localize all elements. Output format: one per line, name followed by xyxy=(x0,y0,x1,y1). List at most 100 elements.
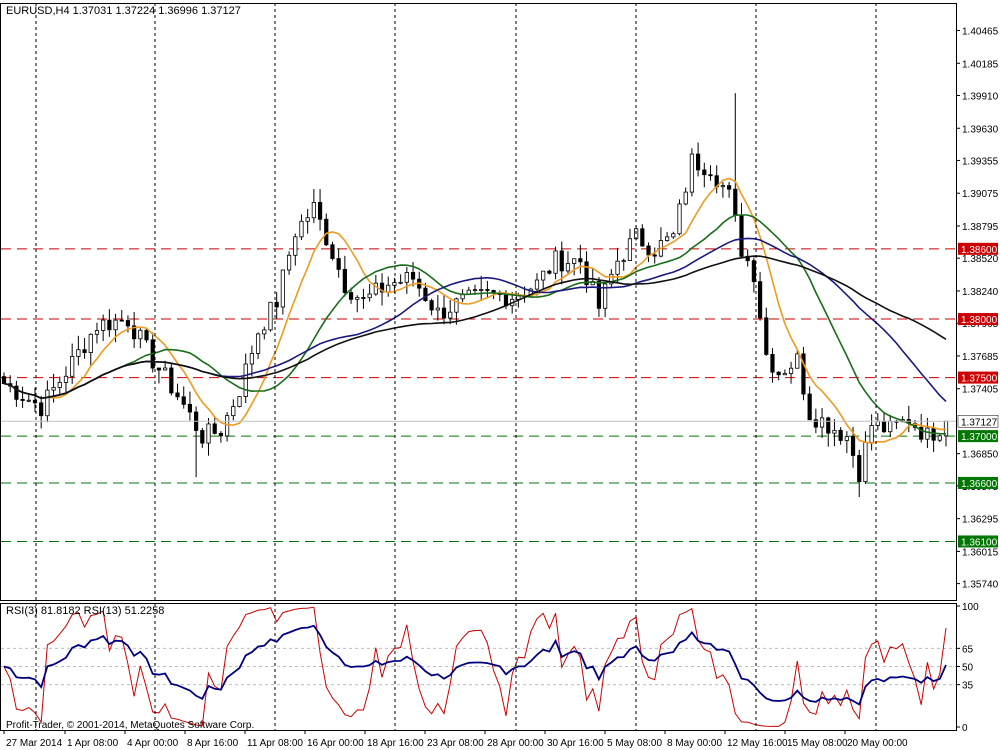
candle-body-7 xyxy=(45,389,50,417)
candle-body-137 xyxy=(850,436,856,456)
copyright-text: Profit-Trader, © 2001-2014, MetaQuotes S… xyxy=(6,720,254,731)
candle-body-4 xyxy=(26,399,31,402)
candle-body-101 xyxy=(627,238,633,262)
level-label-3: 1.37000 xyxy=(961,432,998,443)
candle-body-91 xyxy=(565,263,571,272)
candle-body-23 xyxy=(144,329,149,341)
candle-body-134 xyxy=(832,429,837,434)
candle-body-128 xyxy=(795,353,800,369)
rsi-title: RSI(3) 81.8182 RSI(13) 51.2258 xyxy=(6,605,164,617)
candle-body-50 xyxy=(311,201,316,219)
x-tick-label-13: 15 May 08:00 xyxy=(787,738,848,749)
candle-body-88 xyxy=(547,270,552,274)
y-tick-label-14: 1.36295 xyxy=(962,515,999,526)
candle-body-143 xyxy=(888,420,893,433)
candle-body-57 xyxy=(355,297,360,300)
x-tick-label-14: 20 May 00:00 xyxy=(847,738,908,749)
candle-body-77 xyxy=(479,289,484,291)
y-tick-label-11: 1.37405 xyxy=(962,385,999,396)
candle-body-43 xyxy=(268,301,273,331)
candle-body-12 xyxy=(76,349,81,357)
candle-body-18 xyxy=(113,319,118,331)
candle-body-62 xyxy=(386,284,391,293)
candle-body-25 xyxy=(156,367,162,371)
price-chart-title: EURUSD,H4 1.37031 1.37224 1.36996 1.3712… xyxy=(6,5,241,17)
y-tick-label-12: 1.36850 xyxy=(962,450,999,461)
rsi-tick-label-0: 100 xyxy=(962,602,979,613)
candle-body-26 xyxy=(163,367,168,371)
candle-body-54 xyxy=(336,258,341,270)
candle-body-104 xyxy=(646,245,651,256)
y-tick-label-10: 1.37685 xyxy=(962,352,999,363)
level-label-0: 1.38600 xyxy=(961,245,998,256)
candle-body-130 xyxy=(807,393,812,421)
candle-body-6 xyxy=(39,402,44,417)
candle-body-69 xyxy=(429,300,434,311)
candle-body-22 xyxy=(138,329,143,340)
candle-body-126 xyxy=(782,373,787,376)
candle-body-14 xyxy=(88,333,93,353)
background xyxy=(0,0,1000,750)
candle-body-86 xyxy=(534,279,540,290)
x-tick-label-8: 28 Apr 00:00 xyxy=(487,738,544,749)
candle-body-81 xyxy=(503,294,509,307)
y-tick-label-15: 1.36015 xyxy=(962,547,999,558)
candle-body-38 xyxy=(237,396,242,407)
candle-body-94 xyxy=(584,261,589,286)
candle-body-124 xyxy=(770,354,775,373)
candle-body-45 xyxy=(280,269,285,308)
candle-body-78 xyxy=(485,289,490,291)
candle-body-111 xyxy=(689,153,695,193)
x-tick-label-6: 18 Apr 16:00 xyxy=(367,738,424,749)
candle-body-127 xyxy=(788,367,794,374)
candle-body-56 xyxy=(348,292,354,300)
candle-body-76 xyxy=(472,289,478,291)
candle-body-113 xyxy=(702,169,707,176)
candle-body-149 xyxy=(925,427,930,440)
candle-body-99 xyxy=(615,260,620,275)
candle-body-150 xyxy=(931,427,936,441)
candle-body-49 xyxy=(305,217,310,222)
candle-body-100 xyxy=(621,260,626,263)
candle-body-72 xyxy=(448,311,453,319)
candle-body-15 xyxy=(94,330,100,335)
level-label-4: 1.36600 xyxy=(961,479,998,490)
candle-body-34 xyxy=(212,423,217,434)
level-label-2: 1.37500 xyxy=(961,374,998,385)
candle-body-59 xyxy=(367,293,372,299)
candle-body-55 xyxy=(342,268,347,293)
level-label-1: 1.38000 xyxy=(961,315,998,326)
candle-body-0 xyxy=(1,376,7,385)
rsi-tick-label-3: 35 xyxy=(962,681,974,692)
x-tick-label-7: 23 Apr 08:00 xyxy=(427,738,484,749)
candle-body-151 xyxy=(937,435,942,441)
level-label-5: 1.36100 xyxy=(961,537,998,548)
candle-body-71 xyxy=(441,307,447,319)
candle-body-116 xyxy=(720,185,725,188)
y-tick-label-3: 1.39630 xyxy=(962,124,999,135)
candle-body-65 xyxy=(404,272,409,283)
candle-body-39 xyxy=(243,363,248,397)
candle-body-89 xyxy=(553,250,558,274)
candle-body-107 xyxy=(665,236,670,241)
candle-body-10 xyxy=(63,375,69,383)
candle-body-70 xyxy=(435,307,440,311)
y-tick-label-16: 1.35740 xyxy=(962,580,999,591)
candle-body-32 xyxy=(200,430,205,444)
candle-body-119 xyxy=(739,214,744,257)
x-tick-label-12: 12 May 16:00 xyxy=(727,738,788,749)
candle-body-105 xyxy=(652,254,657,257)
candle-body-117 xyxy=(726,185,732,190)
candle-body-3 xyxy=(20,398,25,401)
candle-body-42 xyxy=(262,329,267,335)
x-tick-label-9: 30 Apr 16:00 xyxy=(547,738,604,749)
x-tick-label-11: 8 May 00:00 xyxy=(667,738,722,749)
x-tick-label-0: 27 Mar 2014 xyxy=(6,738,63,749)
y-tick-label-1: 1.40185 xyxy=(962,59,999,70)
candle-body-11 xyxy=(70,356,75,377)
candle-body-96 xyxy=(596,281,602,309)
x-tick-label-2: 4 Apr 00:00 xyxy=(127,738,179,749)
candle-body-142 xyxy=(881,420,887,433)
candle-body-87 xyxy=(541,270,546,281)
candle-body-93 xyxy=(578,258,583,263)
